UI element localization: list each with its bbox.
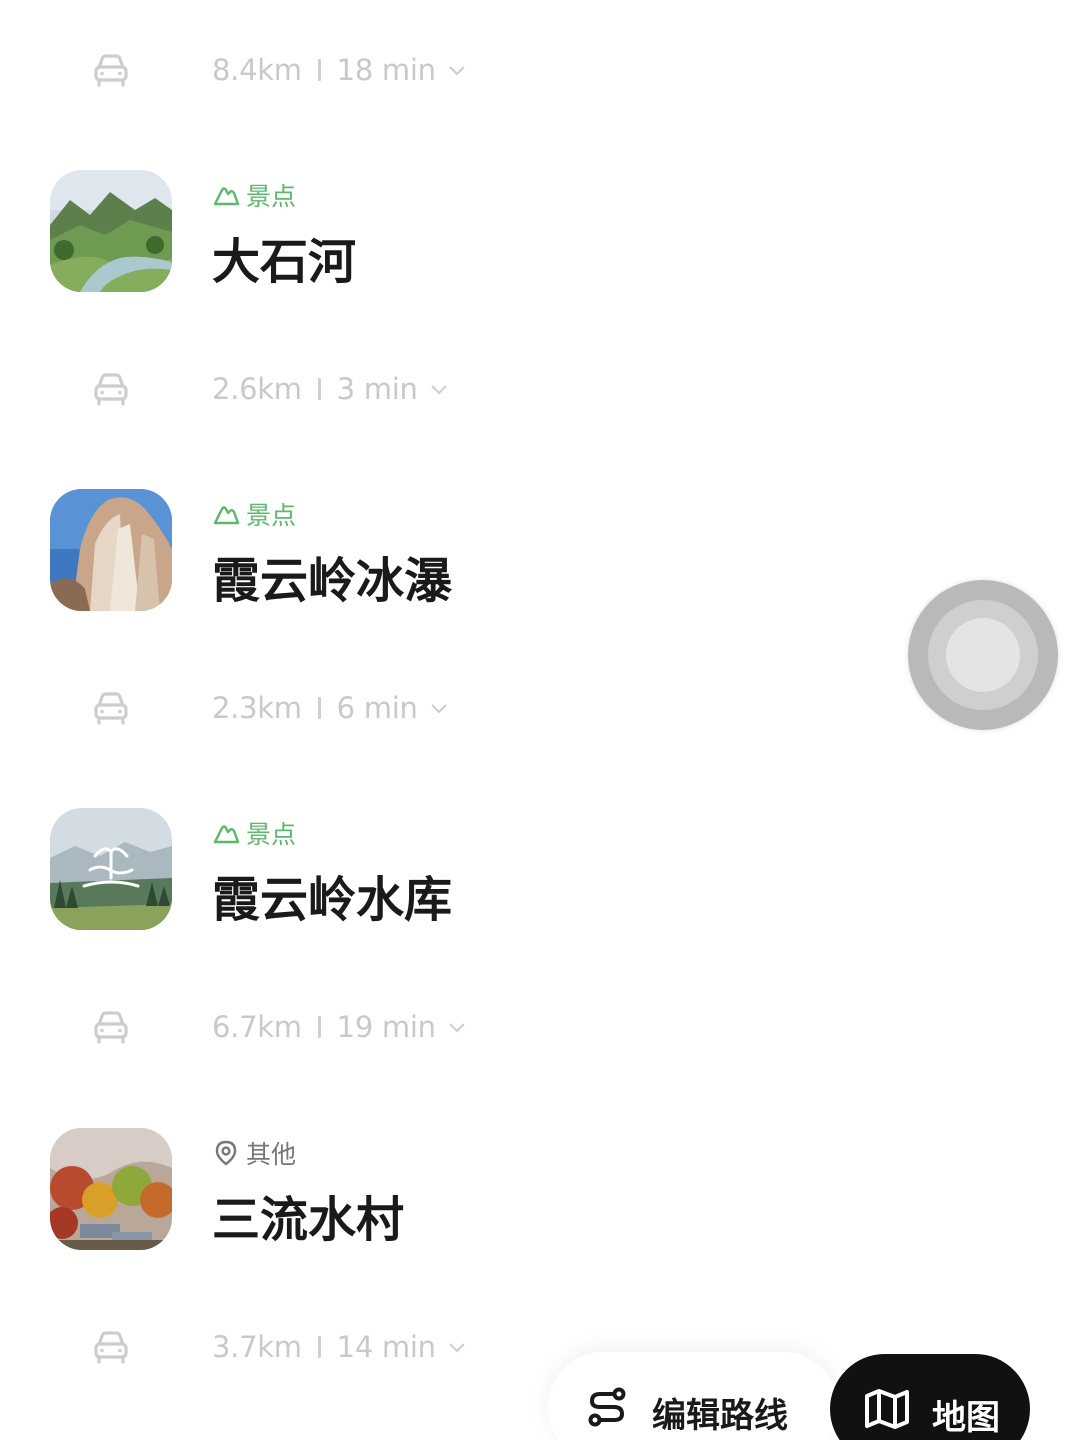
travel-segment[interactable]: 8.4km 18 min [0, 40, 700, 100]
travel-segment[interactable]: 6.7km 19 min [0, 997, 700, 1057]
assistive-touch-button[interactable] [908, 580, 1058, 730]
place-item[interactable]: 其他 三流水村 [0, 1128, 800, 1258]
separator [317, 59, 321, 81]
separator [317, 378, 321, 400]
segment-distance: 3.7km [212, 1330, 302, 1364]
location-pin-icon [215, 1140, 237, 1166]
car-icon [94, 1011, 128, 1044]
route-itinerary-screen: 8.4km 18 min 景点 大石河 2.6km 3 min 景点 霞云岭冰瀑… [0, 0, 1080, 1440]
segment-duration: 3 min [336, 372, 418, 406]
place-thumbnail [50, 1128, 172, 1250]
chevron-down-icon[interactable] [430, 380, 448, 398]
mountain-icon [213, 506, 240, 525]
category-label: 景点 [246, 182, 297, 211]
place-name: 霞云岭冰瀑 [212, 553, 453, 609]
place-item[interactable]: 景点 大石河 [0, 170, 800, 300]
mountain-icon [213, 825, 240, 844]
segment-distance: 2.6km [212, 372, 302, 406]
edit-route-label: 编辑路线 [652, 1396, 788, 1436]
category-label: 其他 [246, 1140, 297, 1169]
place-item[interactable]: 景点 霞云岭冰瀑 [0, 489, 800, 619]
separator [317, 1336, 321, 1358]
chevron-down-icon[interactable] [448, 61, 466, 79]
place-name: 霞云岭水库 [212, 872, 453, 928]
separator [317, 697, 321, 719]
category-label: 景点 [246, 501, 297, 530]
assistive-touch-core [946, 618, 1020, 692]
mountain-icon [213, 187, 240, 206]
car-icon [94, 692, 128, 725]
map-button[interactable]: 地图 [830, 1354, 1030, 1440]
segment-distance: 8.4km [212, 53, 302, 87]
edit-route-button[interactable]: 编辑路线 [548, 1352, 838, 1440]
place-thumbnail [50, 808, 172, 930]
car-icon [94, 1331, 128, 1364]
travel-segment[interactable]: 2.3km 6 min [0, 678, 700, 738]
place-thumbnail [50, 489, 172, 611]
place-name: 三流水村 [212, 1192, 405, 1248]
segment-duration: 19 min [336, 1010, 436, 1044]
car-icon [94, 373, 128, 406]
segment-duration: 6 min [336, 691, 418, 725]
car-icon [94, 54, 128, 87]
segment-duration: 14 min [336, 1330, 436, 1364]
travel-segment[interactable]: 2.6km 3 min [0, 359, 700, 419]
chevron-down-icon[interactable] [448, 1018, 466, 1036]
route-edit-icon [588, 1387, 626, 1427]
segment-distance: 6.7km [212, 1010, 302, 1044]
segment-duration: 18 min [336, 53, 436, 87]
category-label: 景点 [246, 820, 297, 849]
category-tag: 其他 [212, 1136, 296, 1170]
chevron-down-icon[interactable] [430, 699, 448, 717]
separator [317, 1016, 321, 1038]
place-name: 大石河 [212, 234, 357, 290]
chevron-down-icon[interactable] [448, 1338, 466, 1356]
map-label: 地图 [932, 1398, 1000, 1438]
category-tag: 景点 [212, 816, 296, 850]
segment-distance: 2.3km [212, 691, 302, 725]
place-thumbnail [50, 170, 172, 292]
category-tag: 景点 [212, 178, 296, 212]
place-item[interactable]: 景点 霞云岭水库 [0, 808, 800, 938]
category-tag: 景点 [212, 497, 296, 531]
map-icon [865, 1389, 909, 1429]
